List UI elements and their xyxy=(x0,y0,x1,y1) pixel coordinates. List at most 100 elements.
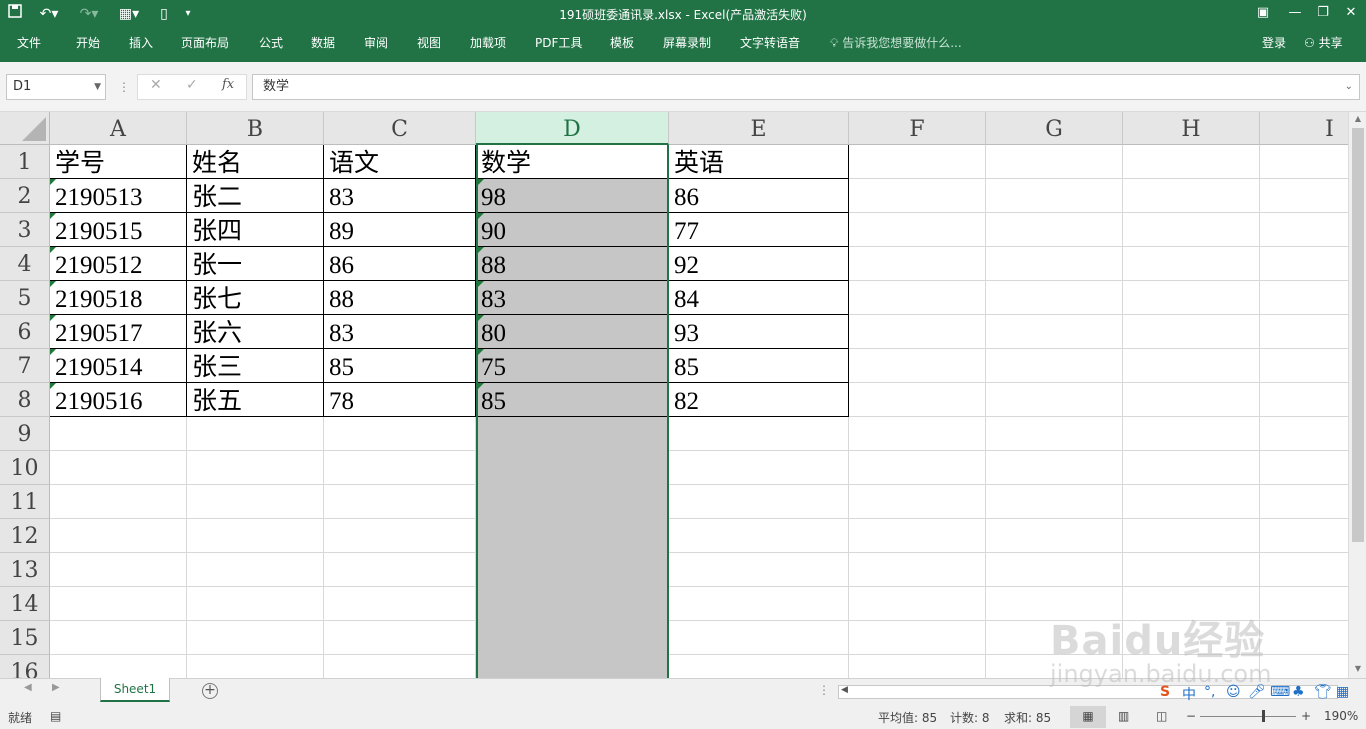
cell-c2[interactable]: 83 xyxy=(324,179,476,213)
tab-file[interactable]: 文件 xyxy=(17,30,41,62)
column-header-f[interactable]: F xyxy=(849,112,986,145)
row-header-11[interactable]: 11 xyxy=(0,485,50,519)
column-header-a[interactable]: A xyxy=(50,112,187,145)
cell-e5[interactable]: 84 xyxy=(669,281,849,315)
cell-b5[interactable]: 张七 xyxy=(187,281,324,315)
cell-c6[interactable]: 83 xyxy=(324,315,476,349)
scroll-thumb[interactable] xyxy=(1352,128,1364,542)
column-header-b[interactable]: B xyxy=(187,112,324,145)
prev-sheet-icon[interactable]: ◀ xyxy=(24,682,32,693)
add-sheet-icon[interactable]: + xyxy=(202,683,218,699)
scroll-up-icon[interactable]: ▲ xyxy=(1349,114,1366,123)
tab-view[interactable]: 视图 xyxy=(417,30,441,62)
cell-a4[interactable]: 2190512 xyxy=(50,247,187,281)
cell-a2[interactable]: 2190513 xyxy=(50,179,187,213)
column-header-i[interactable]: I xyxy=(1260,112,1348,145)
cell-a8[interactable]: 2190516 xyxy=(50,383,187,417)
cell-e8[interactable]: 82 xyxy=(669,383,849,417)
page-break-view-icon[interactable]: ◫ xyxy=(1156,709,1167,723)
tab-formulas[interactable]: 公式 xyxy=(259,30,283,62)
column-header-e[interactable]: E xyxy=(669,112,849,145)
cell-a5[interactable]: 2190518 xyxy=(50,281,187,315)
tab-page-layout[interactable]: 页面布局 xyxy=(181,30,229,62)
enter-icon[interactable]: ✓ xyxy=(186,77,198,93)
row-header-7[interactable]: 7 xyxy=(0,349,50,383)
tab-data[interactable]: 数据 xyxy=(311,30,335,62)
column-header-c[interactable]: C xyxy=(324,112,476,145)
grid-menu-icon[interactable]: ▦ xyxy=(1336,684,1349,700)
cell-a7[interactable]: 2190514 xyxy=(50,349,187,383)
column-header-g[interactable]: G xyxy=(986,112,1123,145)
ribbon-display-icon[interactable]: ▣ xyxy=(1248,2,1278,24)
tab-templates[interactable]: 模板 xyxy=(610,30,634,62)
tab-insert[interactable]: 插入 xyxy=(129,30,153,62)
row-header-5[interactable]: 5 xyxy=(0,281,50,315)
restore-icon[interactable]: ❐ xyxy=(1308,2,1338,24)
row-header-8[interactable]: 8 xyxy=(0,383,50,417)
cell-b7[interactable]: 张三 xyxy=(187,349,324,383)
cell-b2[interactable]: 张二 xyxy=(187,179,324,213)
sheet-tab-sheet1[interactable]: Sheet1 xyxy=(100,678,170,702)
row-header-3[interactable]: 3 xyxy=(0,213,50,247)
cell-b1[interactable]: 姓名 xyxy=(187,145,324,179)
splitter-icon[interactable]: ⋮ xyxy=(818,683,830,697)
vertical-scrollbar[interactable]: ▲ ▼ xyxy=(1348,112,1366,678)
error-indicator-icon[interactable] xyxy=(50,383,56,389)
keyboard-icon[interactable]: ⌨ xyxy=(1270,684,1290,700)
error-indicator-icon[interactable] xyxy=(50,281,56,287)
cell-c3[interactable]: 89 xyxy=(324,213,476,247)
cell-e7[interactable]: 85 xyxy=(669,349,849,383)
error-indicator-icon[interactable] xyxy=(50,349,56,355)
column-header-h[interactable]: H xyxy=(1123,112,1260,145)
cell-e3[interactable]: 77 xyxy=(669,213,849,247)
page-layout-view-icon[interactable]: ▥ xyxy=(1118,709,1129,723)
row-header-13[interactable]: 13 xyxy=(0,553,50,587)
zoom-level[interactable]: 190% xyxy=(1324,709,1358,723)
row-header-9[interactable]: 9 xyxy=(0,417,50,451)
cell-b3[interactable]: 张四 xyxy=(187,213,324,247)
macro-record-icon[interactable]: ▤ xyxy=(50,709,61,723)
login-link[interactable]: 登录 xyxy=(1262,30,1286,56)
zoom-slider-knob[interactable] xyxy=(1262,710,1265,722)
toolbox-icon[interactable]: ♣ xyxy=(1292,684,1305,700)
error-indicator-icon[interactable] xyxy=(50,213,56,219)
row-header-6[interactable]: 6 xyxy=(0,315,50,349)
tab-review[interactable]: 审阅 xyxy=(364,30,388,62)
cell-e6[interactable]: 93 xyxy=(669,315,849,349)
tab-pdf-tools[interactable]: PDF工具 xyxy=(535,30,582,62)
cell-c5[interactable]: 88 xyxy=(324,281,476,315)
cell-c1[interactable]: 语文 xyxy=(324,145,476,179)
tab-home[interactable]: 开始 xyxy=(76,30,100,62)
row-header-1[interactable]: 1 xyxy=(0,145,50,179)
cell-e2[interactable]: 86 xyxy=(669,179,849,213)
row-header-14[interactable]: 14 xyxy=(0,587,50,621)
zoom-in-icon[interactable]: + xyxy=(1301,709,1311,723)
cell-a3[interactable]: 2190515 xyxy=(50,213,187,247)
row-header-12[interactable]: 12 xyxy=(0,519,50,553)
error-indicator-icon[interactable] xyxy=(50,247,56,253)
cell-c7[interactable]: 85 xyxy=(324,349,476,383)
zoom-out-icon[interactable]: − xyxy=(1186,709,1196,723)
cell-b6[interactable]: 张六 xyxy=(187,315,324,349)
normal-view-icon[interactable]: ▦ xyxy=(1070,706,1106,728)
scroll-left-icon[interactable]: ◀ xyxy=(841,685,848,695)
cell-c4[interactable]: 86 xyxy=(324,247,476,281)
zoom-slider[interactable] xyxy=(1200,716,1296,717)
chevron-down-icon[interactable]: ▼ xyxy=(94,75,101,99)
tab-text-to-speech[interactable]: 文字转语音 xyxy=(740,30,800,62)
error-indicator-icon[interactable] xyxy=(50,315,56,321)
insert-function-icon[interactable]: fx xyxy=(222,77,234,92)
name-box[interactable]: D1 ▼ xyxy=(6,74,106,100)
share-button[interactable]: ⚇ 共享 xyxy=(1300,32,1343,54)
cell-c8[interactable]: 78 xyxy=(324,383,476,417)
cancel-icon[interactable]: ✕ xyxy=(150,77,162,93)
cell-a6[interactable]: 2190517 xyxy=(50,315,187,349)
select-all-button[interactable] xyxy=(0,112,50,145)
next-sheet-icon[interactable]: ▶ xyxy=(52,682,60,693)
close-icon[interactable]: ✕ xyxy=(1336,2,1366,24)
cell-e4[interactable]: 92 xyxy=(669,247,849,281)
scroll-down-icon[interactable]: ▼ xyxy=(1349,664,1366,673)
cell-e1[interactable]: 英语 xyxy=(669,145,849,179)
tell-me-box[interactable]: 💡︎ 告诉我您想要做什么... xyxy=(830,30,962,62)
tab-addins[interactable]: 加载项 xyxy=(470,30,506,62)
